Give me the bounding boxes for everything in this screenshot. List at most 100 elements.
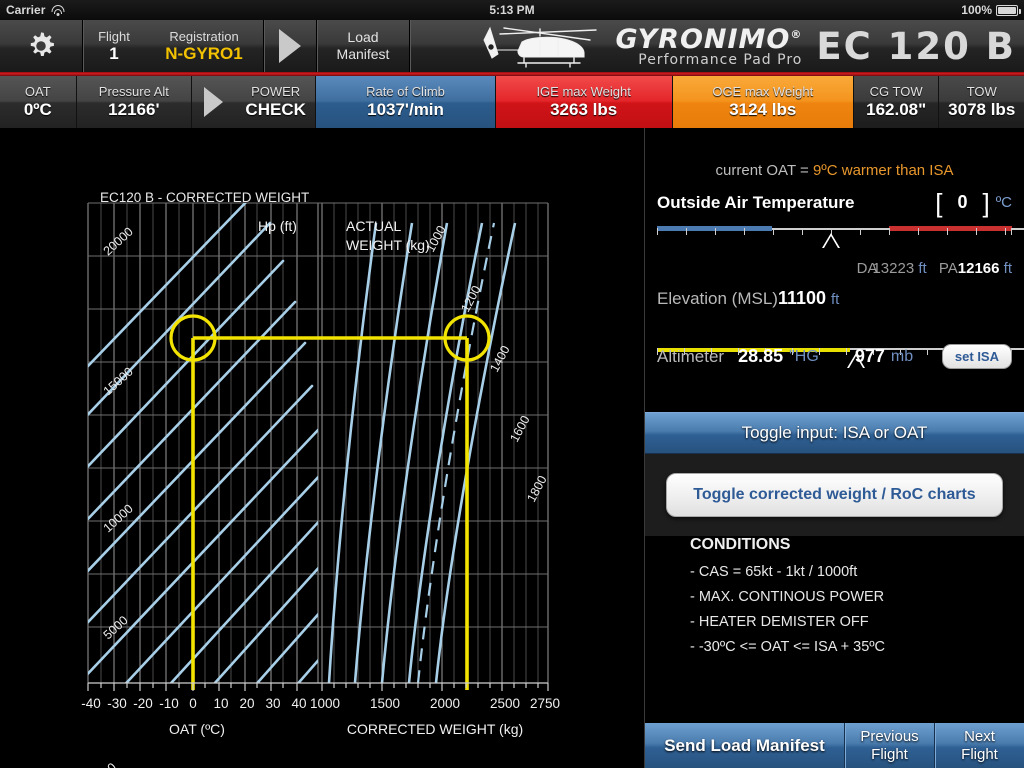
next-flight-button[interactable]: Next Flight [934,723,1024,768]
datastrip-value: 162.08" [866,100,927,119]
x-axis-ticks [87,682,549,691]
datastrip-label: TOW [966,84,997,99]
datastrip-cell-ige-max-weight[interactable]: IGE max Weight 3263 lbs [495,76,672,128]
registration-value: N-GYRO1 [165,43,243,63]
settings-button[interactable] [0,20,82,72]
elevation-input-row[interactable]: Elevation (MSL) 11100 ft [645,288,1024,309]
bracket-left-icon: [ [935,187,943,218]
elevation-value[interactable]: 11100 [778,288,826,309]
triangle-right-icon [204,87,224,117]
svg-text:20: 20 [239,696,254,711]
altimeter-mb-value[interactable]: 977 [855,346,885,367]
svg-text:-20: -20 [133,696,153,711]
datastrip-cell-rate-of-climb[interactable]: Rate of Climb 1037'/min [316,76,495,128]
performance-data-strip: OAT 0ºC Pressure Alt 12166' POWER CHECK Rate o… [0,76,1024,128]
ios-status-bar: Carrier 5:13 PM 100% [0,0,1024,20]
toggle-corrected-weight-roc-button[interactable]: Toggle corrected weight / RoC charts [666,473,1003,517]
bottom-action-bar: Send Load Manifest Previous Flight Next … [645,722,1024,768]
flight-label: Flight [98,28,130,44]
svg-text:1500: 1500 [370,696,400,711]
svg-text:1000: 1000 [310,696,340,711]
isa-prefix-label: current OAT = [715,162,813,179]
send-load-manifest-button[interactable]: Send Load Manifest [645,723,844,768]
oat-input[interactable]: 0 [948,192,976,213]
previous-flight-button[interactable]: Previous Flight [844,723,934,768]
svg-text:0: 0 [189,696,197,711]
oat-input-row: Outside Air Temperature [ 0 ] ºC [645,187,1024,218]
curve-label-0: 0 [105,760,120,768]
left-series-label: Hp (ft) [258,218,297,234]
condition-line: - MAX. CONTINOUS POWER [690,589,885,605]
isa-delta-value: 9ºC warmer than ISA [812,162,954,179]
right-series-label-line1: ACTUAL [346,218,401,234]
status-time: 5:13 PM [489,3,535,17]
toggle-input-isa-oat-button[interactable]: Toggle input: ISA or OAT [645,412,1024,454]
input-control-panel: current OAT = 9ºC warmer than ISA Outsid… [645,128,1024,768]
datastrip-label: CG TOW [869,84,923,99]
triangle-right-icon [279,29,301,63]
bracket-right-icon: ] [982,187,990,218]
registration-selector[interactable]: Registration N-GYRO1 [145,20,263,72]
svg-text:30: 30 [265,696,280,711]
condition-line: - CAS = 65kt - 1kt / 1000ft [690,564,858,580]
datastrip-cell-power[interactable]: POWER CHECK [235,76,316,128]
load-manifest-line1: Load [347,29,379,45]
registration-label: Registration [169,28,239,44]
conditions-list: - CAS = 65kt - 1kt / 1000ft - MAX. CONTIN… [690,564,1024,655]
datastrip-label: OGE max Weight [712,84,814,99]
altimeter-inhg-value[interactable]: 28.85 [738,346,783,367]
oat-slider-thumb[interactable] [822,233,840,248]
datastrip-cell-oge-max-weight[interactable]: OGE max Weight 3124 lbs [672,76,853,128]
helicopter-icon [482,26,597,68]
status-right: 100% [961,3,1021,17]
performance-chart-panel[interactable]: EC120 B - CORRECTED WEIGHT 20000 15000 1… [0,128,645,768]
pa-label: PA [938,260,958,277]
pa-unit: ft [1003,260,1012,277]
flight-selector[interactable]: Flight 1 [83,20,145,72]
oat-value-box[interactable]: [ 0 ] ºC [935,187,1012,218]
set-isa-button[interactable]: set ISA [941,344,1012,369]
svg-text:2000: 2000 [430,696,460,711]
battery-percent-label: 100% [961,3,992,17]
right-axis-title: CORRECTED WEIGHT (kg) [347,721,523,737]
corrected-weight-chart[interactable]: EC120 B - CORRECTED WEIGHT 20000 15000 1… [0,128,645,768]
brand-subtitle: Performance Pad Pro [638,51,803,68]
left-axis-title: OAT (ºC) [169,721,225,737]
previous-flight-line2: Flight [871,745,908,763]
da-value: 13223 [872,260,915,277]
brand-name: GYRONIMO® [615,23,803,55]
datastrip-value: CHECK [245,100,306,119]
isa-comparison-line: current OAT = 9ºC warmer than ISA [645,162,1024,179]
next-section-arrow-button[interactable] [264,20,316,72]
datastrip-value: 3078 lbs [948,100,1016,119]
svg-text:2750: 2750 [530,696,560,711]
datastrip-value: 0ºC [23,100,52,119]
elevation-unit: ft [831,291,840,308]
oat-unit-label: ºC [995,194,1012,211]
right-series-label-line2: WEIGHT (kg) [346,237,430,253]
load-manifest-button[interactable]: Load Manifest [317,20,409,72]
load-manifest-line2: Manifest [336,46,390,62]
svg-text:-30: -30 [107,696,127,711]
aircraft-model-label: EC 120 B [816,24,1016,68]
datastrip-value: 3124 lbs [729,100,797,119]
datastrip-label: OAT [24,84,51,99]
svg-text:2500: 2500 [490,696,520,711]
datastrip-cell-pressure-alt[interactable]: Pressure Alt 12166' [76,76,192,128]
condition-line: - HEATER DEMISTER OFF [690,614,869,630]
datastrip-label: Pressure Alt [98,84,169,99]
next-flight-line1: Next [964,727,995,745]
datastrip-arrow-button[interactable] [192,76,236,128]
top-navigation-bar: Flight 1 Registration N-GYRO1 Load Manif… [0,20,1024,72]
datastrip-label: Rate of Climb [366,84,445,99]
datastrip-cell-tow[interactable]: TOW 3078 lbs [939,76,1024,128]
datastrip-cell-oat[interactable]: OAT 0ºC [0,76,76,128]
next-flight-line2: Flight [961,745,998,763]
toggle-charts-panel: Toggle corrected weight / RoC charts [645,454,1024,536]
altimeter-label: Altimeter [657,346,725,366]
oat-slider[interactable] [657,224,1024,254]
datastrip-cell-cg-tow[interactable]: CG TOW 162.08" [853,76,939,128]
elevation-label: Elevation (MSL) [657,289,778,308]
altimeter-input-row: Altimeter 28.85 "HG 977 mb set ISA [645,344,1024,369]
oat-hot-range [889,226,1012,231]
